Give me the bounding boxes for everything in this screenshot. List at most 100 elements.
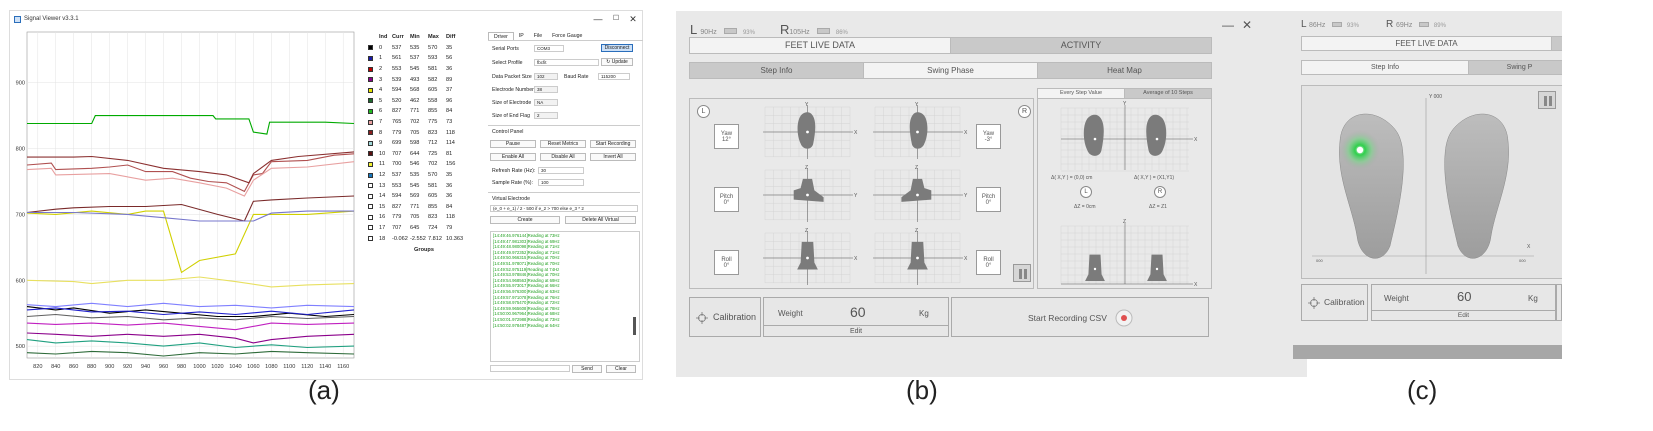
invert-all-button[interactable]: Invert All bbox=[590, 153, 636, 161]
color-swatch[interactable] bbox=[368, 161, 373, 167]
color-swatch[interactable] bbox=[368, 193, 373, 199]
table-row[interactable]: 7 765 702 775 73 bbox=[366, 117, 482, 128]
table-row[interactable]: 6 827 771 855 84 bbox=[366, 106, 482, 117]
table-row[interactable]: 4 594 568 605 37 bbox=[366, 85, 482, 96]
table-cell: 779 bbox=[392, 129, 402, 136]
enable-all-button[interactable]: Enable All bbox=[490, 153, 536, 161]
tab-ip[interactable]: IP bbox=[514, 32, 529, 40]
table-cell: 35 bbox=[446, 172, 453, 179]
minimize-button[interactable]: — bbox=[1222, 18, 1234, 32]
tab-average-10[interactable]: Average of 10 Steps bbox=[1125, 89, 1211, 98]
color-swatch[interactable] bbox=[368, 45, 373, 51]
tab-every-step[interactable]: Every Step Value bbox=[1038, 89, 1125, 98]
packet-size-field[interactable]: 102 bbox=[534, 73, 558, 80]
pause-icon[interactable] bbox=[1538, 91, 1556, 109]
create-button[interactable]: Create bbox=[490, 216, 560, 224]
disable-all-button[interactable]: Disable All bbox=[540, 153, 586, 161]
axis-label: X bbox=[854, 130, 858, 136]
table-row[interactable]: 3 539 493 582 89 bbox=[366, 74, 482, 85]
color-swatch[interactable] bbox=[368, 214, 373, 220]
table-row[interactable]: 17 707 645 724 79 bbox=[366, 223, 482, 234]
tab-heat-map[interactable]: Heat Map bbox=[1038, 63, 1211, 78]
color-swatch[interactable] bbox=[368, 55, 373, 61]
color-swatch[interactable] bbox=[368, 130, 373, 136]
tab-swing-phase[interactable]: Swing Phase bbox=[864, 63, 1038, 78]
clipped-button[interactable] bbox=[1556, 284, 1562, 321]
table-row[interactable]: 10 707 644 725 81 bbox=[366, 149, 482, 160]
color-swatch[interactable] bbox=[368, 66, 373, 72]
color-swatch[interactable] bbox=[368, 108, 373, 114]
tab-swing-phase[interactable]: Swing P bbox=[1469, 61, 1562, 74]
tab-step-info[interactable]: Step Info bbox=[1302, 61, 1469, 74]
start-recording-csv-button[interactable]: Start Recording CSV bbox=[951, 297, 1209, 337]
close-button[interactable]: ✕ bbox=[1242, 18, 1252, 32]
table-row[interactable]: 1 561 537 593 56 bbox=[366, 53, 482, 64]
update-button[interactable]: ↻ Update bbox=[601, 58, 633, 66]
table-row[interactable]: 9 699 598 712 114 bbox=[366, 138, 482, 149]
edit-button[interactable]: Edit bbox=[1372, 310, 1555, 321]
pause-button[interactable]: Pause bbox=[490, 140, 536, 148]
tab-file[interactable]: File bbox=[529, 32, 547, 40]
send-input[interactable] bbox=[490, 365, 570, 372]
table-cell: 702 bbox=[428, 161, 438, 168]
table-row[interactable]: 13 553 545 581 36 bbox=[366, 180, 482, 191]
close-button[interactable]: ✕ bbox=[627, 13, 639, 25]
table-row[interactable]: 11 700 546 702 156 bbox=[366, 159, 482, 170]
color-swatch[interactable] bbox=[368, 225, 373, 231]
table-row[interactable]: 2 553 545 581 36 bbox=[366, 64, 482, 75]
color-swatch[interactable] bbox=[368, 140, 373, 146]
color-swatch[interactable] bbox=[368, 204, 373, 210]
start-recording-button[interactable]: Start Recording bbox=[590, 140, 636, 148]
table-cell: 493 bbox=[410, 76, 420, 83]
tab-activity[interactable]: ACTIVITY bbox=[951, 38, 1211, 53]
table-row[interactable]: 16 779 705 823 118 bbox=[366, 212, 482, 223]
table-row[interactable]: 18 -0.062 -2.552 7.812 10.363 bbox=[366, 233, 482, 244]
color-swatch[interactable] bbox=[368, 77, 373, 83]
table-row[interactable]: 5 520 462 558 96 bbox=[366, 96, 482, 107]
calibration-button[interactable]: Calibration bbox=[1301, 284, 1368, 321]
edit-button[interactable]: Edit bbox=[764, 325, 948, 337]
color-swatch[interactable] bbox=[368, 236, 373, 242]
electrode-size-field[interactable]: NA bbox=[534, 99, 558, 106]
log-scrollbar[interactable] bbox=[633, 317, 636, 335]
refresh-rate-select[interactable]: 30 bbox=[538, 167, 584, 174]
table-row[interactable]: 12 537 535 570 35 bbox=[366, 170, 482, 181]
table-cell: 15 bbox=[379, 203, 386, 210]
calibration-button[interactable]: Calibration bbox=[689, 297, 761, 337]
minimize-button[interactable]: — bbox=[592, 13, 604, 25]
table-row[interactable]: 8 779 705 823 118 bbox=[366, 127, 482, 138]
tab-step-info[interactable]: Step Info bbox=[690, 63, 864, 78]
baud-rate-select[interactable]: 115200 bbox=[598, 73, 630, 80]
table-row[interactable]: 0 537 535 570 35 bbox=[366, 43, 482, 54]
expression-input[interactable]: (e_0 + e_1) / 2 - 500 if e_2 > 700 else … bbox=[490, 205, 638, 212]
serial-ports-select[interactable]: COM3 bbox=[534, 45, 564, 52]
table-row[interactable]: 15 827 771 855 84 bbox=[366, 202, 482, 213]
pause-icon[interactable] bbox=[1013, 264, 1031, 282]
tab-feet-live-data[interactable]: FEET LIVE DATA bbox=[690, 38, 951, 53]
disconnect-button[interactable]: Disconnect bbox=[601, 44, 633, 52]
select-profile-label: Select Profile bbox=[492, 59, 523, 66]
tab-activity[interactable] bbox=[1552, 37, 1562, 50]
color-swatch[interactable] bbox=[368, 172, 373, 178]
delete-all-virtual-button[interactable]: Delete All Virtual bbox=[565, 216, 636, 224]
tab-force-gauge[interactable]: Force Gauge bbox=[547, 32, 587, 40]
log-output[interactable]: [14:49:46.976144]Reading at 73Hz [14:49:4… bbox=[490, 231, 640, 362]
send-button[interactable]: Send bbox=[572, 365, 602, 373]
color-swatch[interactable] bbox=[368, 87, 373, 93]
table-cell: 570 bbox=[428, 44, 438, 51]
clear-button[interactable]: Clear bbox=[606, 365, 636, 373]
reset-metrics-button[interactable]: Reset Metrics bbox=[540, 140, 586, 148]
color-swatch[interactable] bbox=[368, 183, 373, 189]
end-flag-field[interactable]: 2 bbox=[534, 112, 558, 119]
profile-select[interactable]: fbcfit bbox=[534, 59, 599, 66]
color-swatch[interactable] bbox=[368, 119, 373, 125]
sample-rate-select[interactable]: 100 bbox=[538, 179, 584, 186]
electrode-number-field[interactable]: 38 bbox=[534, 86, 558, 93]
foot-silhouette bbox=[901, 178, 932, 202]
color-swatch[interactable] bbox=[368, 98, 373, 104]
tab-driver[interactable]: Driver bbox=[488, 32, 514, 40]
tab-feet-live-data[interactable]: FEET LIVE DATA bbox=[1302, 37, 1552, 50]
maximize-button[interactable]: ☐ bbox=[610, 13, 622, 25]
color-swatch[interactable] bbox=[368, 151, 373, 157]
table-row[interactable]: 14 594 569 605 36 bbox=[366, 191, 482, 202]
